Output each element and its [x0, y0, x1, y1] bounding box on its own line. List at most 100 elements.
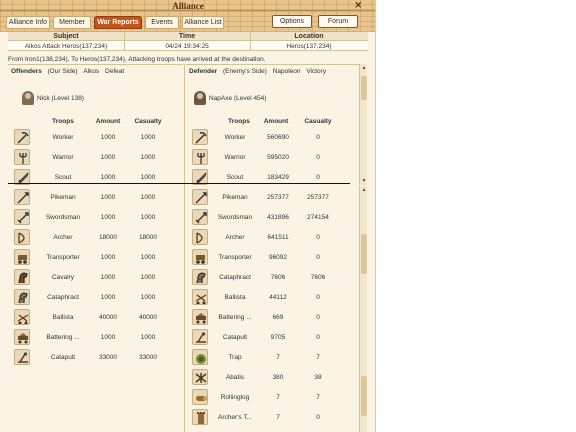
troop-name: Battering ...	[46, 334, 80, 341]
bow-icon	[14, 229, 30, 245]
troop-row: Cataphract 1000 1000	[8, 287, 168, 307]
troop-amount: 560690	[267, 134, 289, 141]
tab-alliance-info[interactable]: Alliance Info	[6, 16, 50, 29]
report-location: Heros(137,234)	[286, 43, 332, 50]
report-subject: Alkos Attack Heros(137,234)	[24, 43, 108, 50]
troop-casualty: 7	[316, 354, 320, 361]
column-divider	[124, 32, 125, 51]
troop-amount: 1000	[100, 194, 116, 201]
defender-role: Defender	[189, 68, 218, 75]
troop-casualty: 1000	[140, 174, 156, 181]
title-bar: Alliance ✕	[0, 0, 375, 11]
scroll-up-icon[interactable]: ▲	[360, 186, 368, 194]
tab-war-reports[interactable]: War Reports	[94, 16, 142, 29]
troop-row: Battering ... 669 0	[186, 307, 346, 327]
forum-button[interactable]: Forum	[318, 15, 358, 28]
troop-casualty: 7606	[310, 274, 326, 281]
troop-casualty: 257377	[307, 194, 329, 201]
troop-name: Trap	[228, 354, 242, 361]
troop-row: Warrior 595020 0	[186, 147, 346, 167]
troop-row: Warrior 1000 1000	[8, 147, 168, 167]
report-row[interactable]: Alkos Attack Heros(137,234) 04/24 19:34:…	[8, 41, 368, 51]
troop-amount: 40000	[98, 314, 118, 321]
troop-amount: 96092	[268, 254, 288, 261]
defender-scrollbar[interactable]: ▲ ▼	[359, 64, 367, 185]
troop-casualty: 1000	[140, 294, 156, 301]
pike-icon	[192, 189, 208, 205]
scroll-down-icon[interactable]: ▼	[360, 177, 368, 185]
troop-amount: 7	[276, 414, 280, 421]
overlay-divider-line	[8, 183, 350, 184]
options-button[interactable]: Options	[272, 15, 312, 28]
troop-row: Ballista 40000 40000	[8, 307, 168, 327]
troop-amount: 183429	[267, 174, 289, 181]
bow-icon	[192, 229, 208, 245]
troop-name: Rollinglog	[220, 394, 250, 401]
troop-amount: 1000	[100, 254, 116, 261]
defender-side: (Enemy's Side)	[223, 68, 267, 75]
log-icon	[192, 389, 208, 405]
troop-casualty: 0	[316, 134, 320, 141]
tab-member[interactable]: Member	[53, 16, 91, 29]
tab-bar: Alliance Info Member War Reports Events …	[0, 11, 375, 32]
troop-name: Archer's T...	[218, 414, 252, 421]
horse-icon	[14, 269, 30, 285]
trident-icon	[192, 149, 208, 165]
hero-name: Nick (Level 138)	[37, 95, 84, 102]
troop-casualty: 1000	[140, 134, 156, 141]
amount-header: Amount	[95, 118, 121, 125]
offenders-table-header: Troops Amount Casualty	[8, 118, 168, 127]
troop-row: Pikeman 257377 257377	[186, 187, 346, 207]
abatis-icon	[192, 369, 208, 385]
troop-casualty: 1000	[140, 154, 156, 161]
pickaxe-icon	[192, 129, 208, 145]
troop-amount: 1000	[100, 334, 116, 341]
scroll-thumb[interactable]	[361, 234, 367, 274]
troop-amount: 18000	[98, 234, 118, 241]
troop-name: Battering ...	[218, 314, 252, 321]
tab-alliance-list[interactable]: Alliance List	[182, 16, 224, 29]
offenders-header: Offenders (Our Side) Alkos Defeat	[11, 68, 124, 75]
troop-casualty: 7	[316, 394, 320, 401]
scroll-thumb[interactable]	[361, 376, 367, 416]
scroll-thumb[interactable]	[361, 76, 367, 100]
troop-name: Pikeman	[50, 194, 76, 201]
troop-amount: 7606	[270, 274, 286, 281]
troop-amount: 1000	[100, 274, 116, 281]
troop-amount: 1000	[100, 134, 116, 141]
sword-icon	[192, 209, 208, 225]
defender-table-header: Troops Amount Casualty	[186, 118, 346, 127]
troop-row: Scout 1000 1000	[8, 167, 168, 187]
armored-horse-icon	[14, 289, 30, 305]
troop-row: Transporter 1000 1000	[8, 247, 168, 267]
troop-row: Cavalry 1000 1000	[8, 267, 168, 287]
defender-result: Victory	[306, 68, 327, 75]
troop-row: Catapult 9705 0	[186, 327, 346, 347]
troop-casualty: 0	[316, 154, 320, 161]
report-time: 04/24 19:34:25	[165, 43, 209, 50]
tab-events[interactable]: Events	[145, 16, 179, 29]
alliance-window: Alliance ✕ Alliance Info Member War Repo…	[0, 0, 376, 432]
troops-header: Troops	[52, 118, 74, 125]
troop-name: Transporter	[218, 254, 252, 261]
troop-casualty: 274154	[307, 214, 329, 221]
troop-amount: 595020	[267, 154, 289, 161]
defender-lower-scrollbar[interactable]: ▲	[359, 186, 367, 432]
troop-amount: 1000	[100, 154, 116, 161]
troop-casualty: 18000	[138, 234, 158, 241]
close-icon[interactable]: ✕	[354, 0, 362, 11]
offenders-panel: Offenders (Our Side) Alkos Defeat Nick (…	[8, 64, 183, 432]
troop-name: Ballista	[52, 314, 74, 321]
troop-name: Swordsman	[217, 214, 253, 221]
troop-row: Catapult 33000 33000	[8, 347, 168, 367]
catapult-icon	[14, 349, 30, 365]
hero-level: (Level 454)	[233, 95, 267, 102]
ram-icon	[192, 309, 208, 325]
troop-row: Worker 1000 1000	[8, 127, 168, 147]
troop-row: Pikeman 1000 1000	[8, 187, 168, 207]
troop-amount: 7	[276, 394, 280, 401]
catapult-icon	[192, 329, 208, 345]
troop-name: Pikeman	[222, 194, 248, 201]
armored-horse-icon	[192, 269, 208, 285]
scroll-up-icon[interactable]: ▲	[360, 64, 368, 72]
